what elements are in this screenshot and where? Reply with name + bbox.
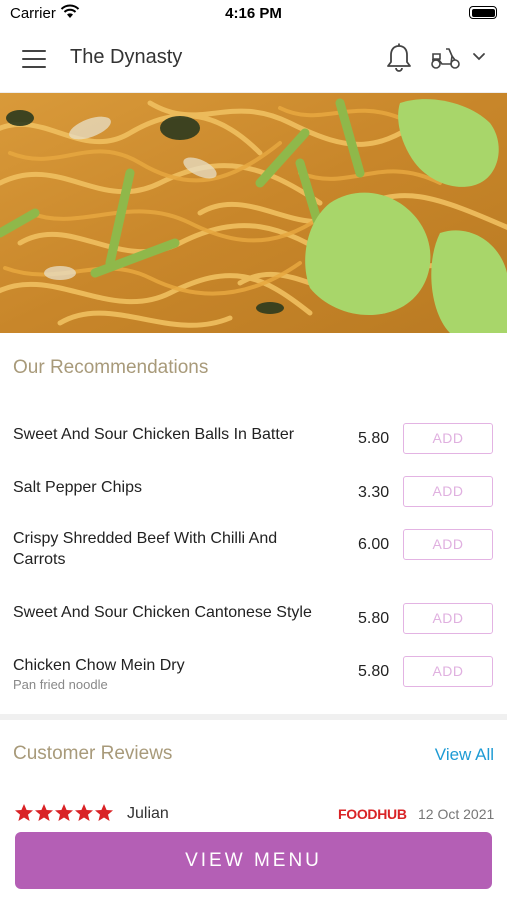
foodhub-logo: FOODHUB [338,806,407,822]
restaurant-hero-image [0,93,507,333]
page-title: The Dynasty [70,46,183,68]
item-description: Pan fried noodle [13,677,108,692]
star-icon [95,804,113,821]
status-time: 4:16 PM [225,5,282,22]
star-icon [75,804,93,821]
add-button[interactable]: ADD [403,476,493,507]
add-button[interactable]: ADD [403,656,493,687]
item-price: 5.80 [358,430,390,447]
star-icon [15,804,33,821]
section-divider [0,714,507,720]
item-price: 5.80 [358,610,390,627]
rating-stars [15,804,113,821]
add-button[interactable]: ADD [403,423,493,454]
star-icon [35,804,53,821]
item-name: Salt Pepper Chips [13,479,142,496]
item-price: 5.80 [358,663,390,680]
star-icon [55,804,73,821]
item-price: 3.30 [358,484,390,501]
add-button[interactable]: ADD [403,529,493,560]
status-bar: Carrier 4:16 PM [0,0,507,28]
item-name: Sweet And Sour Chicken Cantonese Style [13,604,312,621]
reviewer-name: Julian [127,805,169,822]
menu-icon[interactable] [22,50,48,70]
bell-icon[interactable] [385,42,413,74]
app-header: The Dynasty [0,28,507,93]
item-name: Chicken Chow Mein Dry [13,657,185,674]
battery-icon [469,6,497,19]
view-menu-button[interactable]: VIEW MENU [15,832,492,889]
view-all-link[interactable]: View All [435,745,494,765]
scooter-icon[interactable] [430,46,462,70]
review-date: 12 Oct 2021 [418,806,495,822]
item-price: 6.00 [358,536,390,553]
item-name: Crispy Shredded Beef With Chilli And Car… [13,530,278,568]
recommendations-title: Our Recommendations [13,357,209,378]
reviews-title: Customer Reviews [13,743,173,764]
item-name: Sweet And Sour Chicken Balls In Batter [13,426,295,443]
chevron-down-icon[interactable] [472,52,486,62]
add-button[interactable]: ADD [403,603,493,634]
